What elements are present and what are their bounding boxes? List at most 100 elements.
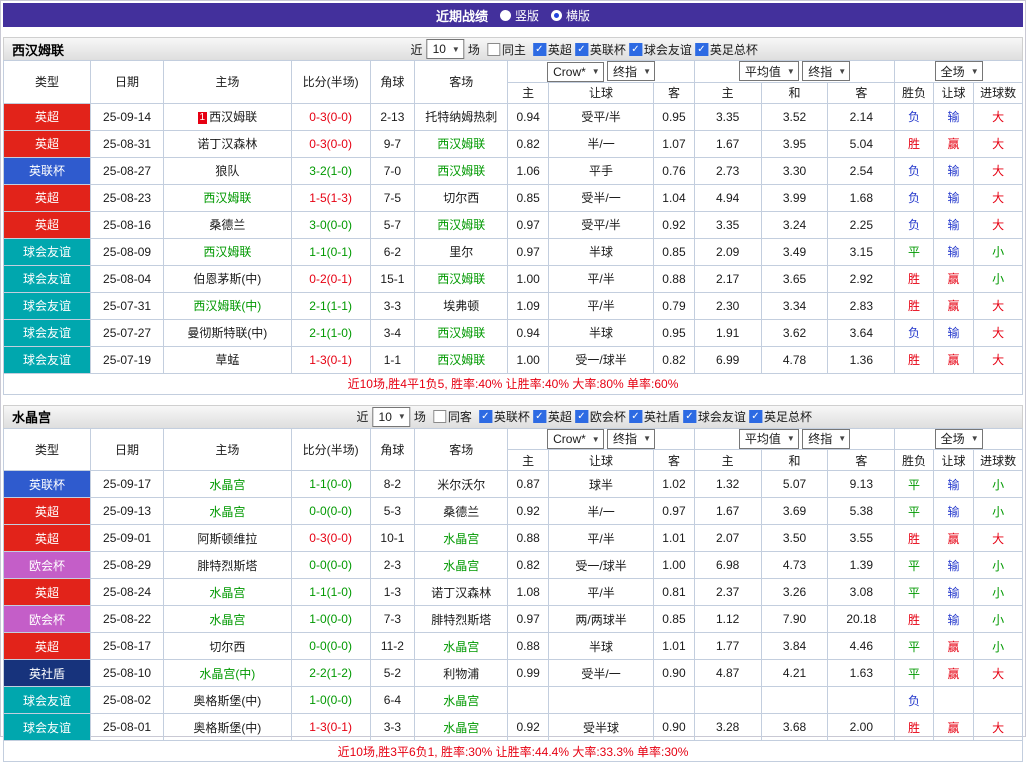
score-cell: 0-2(0-1): [291, 265, 370, 292]
result-cell: 平: [895, 660, 933, 687]
layout-radio-horizontal[interactable]: 横版: [551, 7, 590, 24]
crown-away-odds: 1.01: [654, 633, 695, 660]
result-cell: 负: [895, 687, 933, 714]
away-team-name: 米尔沃尔: [437, 478, 485, 492]
corner-cell: 9-7: [370, 130, 415, 157]
match-date: 25-09-01: [91, 525, 164, 552]
corner-cell: 1-1: [370, 346, 415, 373]
handicap-result-cell: 输: [933, 157, 974, 184]
league-filter[interactable]: ✓英足总杯: [749, 408, 812, 425]
score-cell: 1-0(0-0): [291, 606, 370, 633]
crown-home-odds: 0.99: [508, 660, 549, 687]
result-cell: 平: [895, 238, 933, 265]
league-filter[interactable]: ✓英足总杯: [695, 41, 758, 58]
handicap-result-cell: 赢: [933, 130, 974, 157]
layout-radio-vertical[interactable]: 竖版: [500, 7, 539, 24]
league-filter[interactable]: ✓英联杯: [575, 41, 626, 58]
odds-source-select[interactable]: Crow*▼: [547, 429, 604, 449]
summary-text: 近10场,胜3平6负1, 胜率:30% 让胜率:44.4% 大率:33.3% 单…: [4, 741, 1023, 762]
home-team-cell: 腓特烈斯塔: [164, 552, 292, 579]
league-filter[interactable]: ✓球会友谊: [683, 408, 746, 425]
checkbox-checked-icon: ✓: [695, 43, 708, 56]
avg-away-odds: 2.00: [828, 714, 895, 741]
chevron-down-icon: ▼: [838, 434, 846, 443]
team-section: 水晶宫 近 10▼ 场 同客 ✓英联杯✓英超✓欧会杯✓英社盾✓球会友谊✓英足总杯…: [3, 405, 1023, 762]
col-avg-draw: 和: [761, 450, 828, 471]
match-count-select[interactable]: 10▼: [427, 39, 464, 59]
home-team-name: 桑德兰: [209, 218, 245, 232]
crown-away-odds: 0.97: [654, 498, 695, 525]
home-team-name: 西汉姆联: [209, 110, 257, 124]
match-count-select[interactable]: 10▼: [373, 407, 410, 427]
avg-stage-select[interactable]: 终指▼: [802, 429, 850, 449]
league-filter[interactable]: ✓英超: [533, 408, 572, 425]
goals-result-cell: [974, 687, 1023, 714]
col-score: 比分(半场): [291, 61, 370, 104]
result-cell: 负: [895, 157, 933, 184]
home-team-name: 西汉姆联(中): [193, 299, 261, 313]
same-venue-filter[interactable]: 同主: [487, 41, 526, 58]
avg-draw-odds: 3.65: [761, 265, 828, 292]
match-date: 25-08-29: [91, 552, 164, 579]
avg-stage-select[interactable]: 终指▼: [802, 61, 850, 81]
col-date: 日期: [91, 61, 164, 104]
checkbox-icon: [433, 410, 446, 423]
corner-cell: 7-5: [370, 184, 415, 211]
match-row: 球会友谊25-07-31西汉姆联(中)2-1(1-1)3-3埃弗顿1.09平/半…: [4, 292, 1023, 319]
score-cell: 0-0(0-0): [291, 552, 370, 579]
crown-away-odds: 1.02: [654, 471, 695, 498]
avg-home-odds: 3.35: [694, 211, 761, 238]
radio-label-vertical: 竖版: [515, 7, 539, 24]
avg-select[interactable]: 平均值▼: [739, 61, 799, 81]
away-team-name: 诺丁汉森林: [431, 586, 491, 600]
table-group-header-row: 类型 日期 主场 比分(半场) 角球 客场 Crow*▼ 终指▼ 平均值▼ 终指…: [4, 428, 1023, 450]
scope-select[interactable]: 全场▼: [935, 61, 983, 81]
match-row: 英超25-08-31诺丁汉森林0-3(0-0)9-7西汉姆联0.82半/一1.0…: [4, 130, 1023, 157]
goals-result-cell: 大: [974, 157, 1023, 184]
home-team-name: 奥格斯堡(中): [193, 721, 261, 735]
crown-home-odds: 0.92: [508, 498, 549, 525]
home-team-cell: 西汉姆联(中): [164, 292, 292, 319]
summary-row: 近10场,胜3平6负1, 胜率:30% 让胜率:44.4% 大率:33.3% 单…: [4, 741, 1023, 762]
crown-away-odds: 0.82: [654, 346, 695, 373]
crown-home-odds: 0.94: [508, 319, 549, 346]
league-filter-label: 英超: [548, 41, 572, 58]
avg-away-odds: 3.08: [828, 579, 895, 606]
league-filter[interactable]: ✓英联杯: [479, 408, 530, 425]
league-filter[interactable]: ✓球会友谊: [629, 41, 692, 58]
crown-odds-group: Crow*▼ 终指▼: [508, 61, 694, 83]
games-label: 场: [414, 408, 426, 425]
col-odds-handicap: 让球: [548, 450, 653, 471]
match-date: 25-08-31: [91, 130, 164, 157]
avg-select[interactable]: 平均值▼: [739, 429, 799, 449]
league-filter[interactable]: ✓欧会杯: [575, 408, 626, 425]
league-filter[interactable]: ✓英社盾: [629, 408, 680, 425]
page: 近期战绩 竖版 横版 西汉姆联 近 10▼ 场 同主 ✓英超✓英联杯✓球会友谊✓…: [0, 0, 1026, 737]
goals-result-cell: 小: [974, 498, 1023, 525]
same-venue-filter[interactable]: 同客: [433, 408, 472, 425]
odds-stage-value: 终指: [613, 430, 637, 447]
avg-home-odds: 1.91: [694, 319, 761, 346]
odds-stage-select[interactable]: 终指▼: [607, 429, 655, 449]
odds-stage-select[interactable]: 终指▼: [607, 61, 655, 81]
avg-draw-odds: 3.95: [761, 130, 828, 157]
odds-source-select[interactable]: Crow*▼: [547, 62, 604, 82]
avg-away-odds: 1.63: [828, 660, 895, 687]
home-team-name: 西汉姆联: [203, 245, 251, 259]
handicap-result-cell: [933, 687, 974, 714]
crown-home-odds: 0.82: [508, 130, 549, 157]
home-team-cell: 狼队: [164, 157, 292, 184]
scope-select[interactable]: 全场▼: [935, 429, 983, 449]
match-row: 球会友谊25-08-02奥格斯堡(中)1-0(0-0)6-4水晶宫负: [4, 687, 1023, 714]
league-filter[interactable]: ✓英超: [533, 41, 572, 58]
crown-away-odds: 0.85: [654, 238, 695, 265]
checkbox-icon: [487, 43, 500, 56]
corner-cell: 3-4: [370, 319, 415, 346]
score-cell: 1-1(0-0): [291, 471, 370, 498]
avg-draw-odds: [761, 687, 828, 714]
checkbox-checked-icon: ✓: [479, 410, 492, 423]
fullmatch-group: 全场▼: [895, 61, 1023, 83]
away-team-name: 利物浦: [443, 667, 479, 681]
league-badge: 英超: [4, 498, 91, 525]
avg-value: 平均值: [745, 63, 781, 80]
